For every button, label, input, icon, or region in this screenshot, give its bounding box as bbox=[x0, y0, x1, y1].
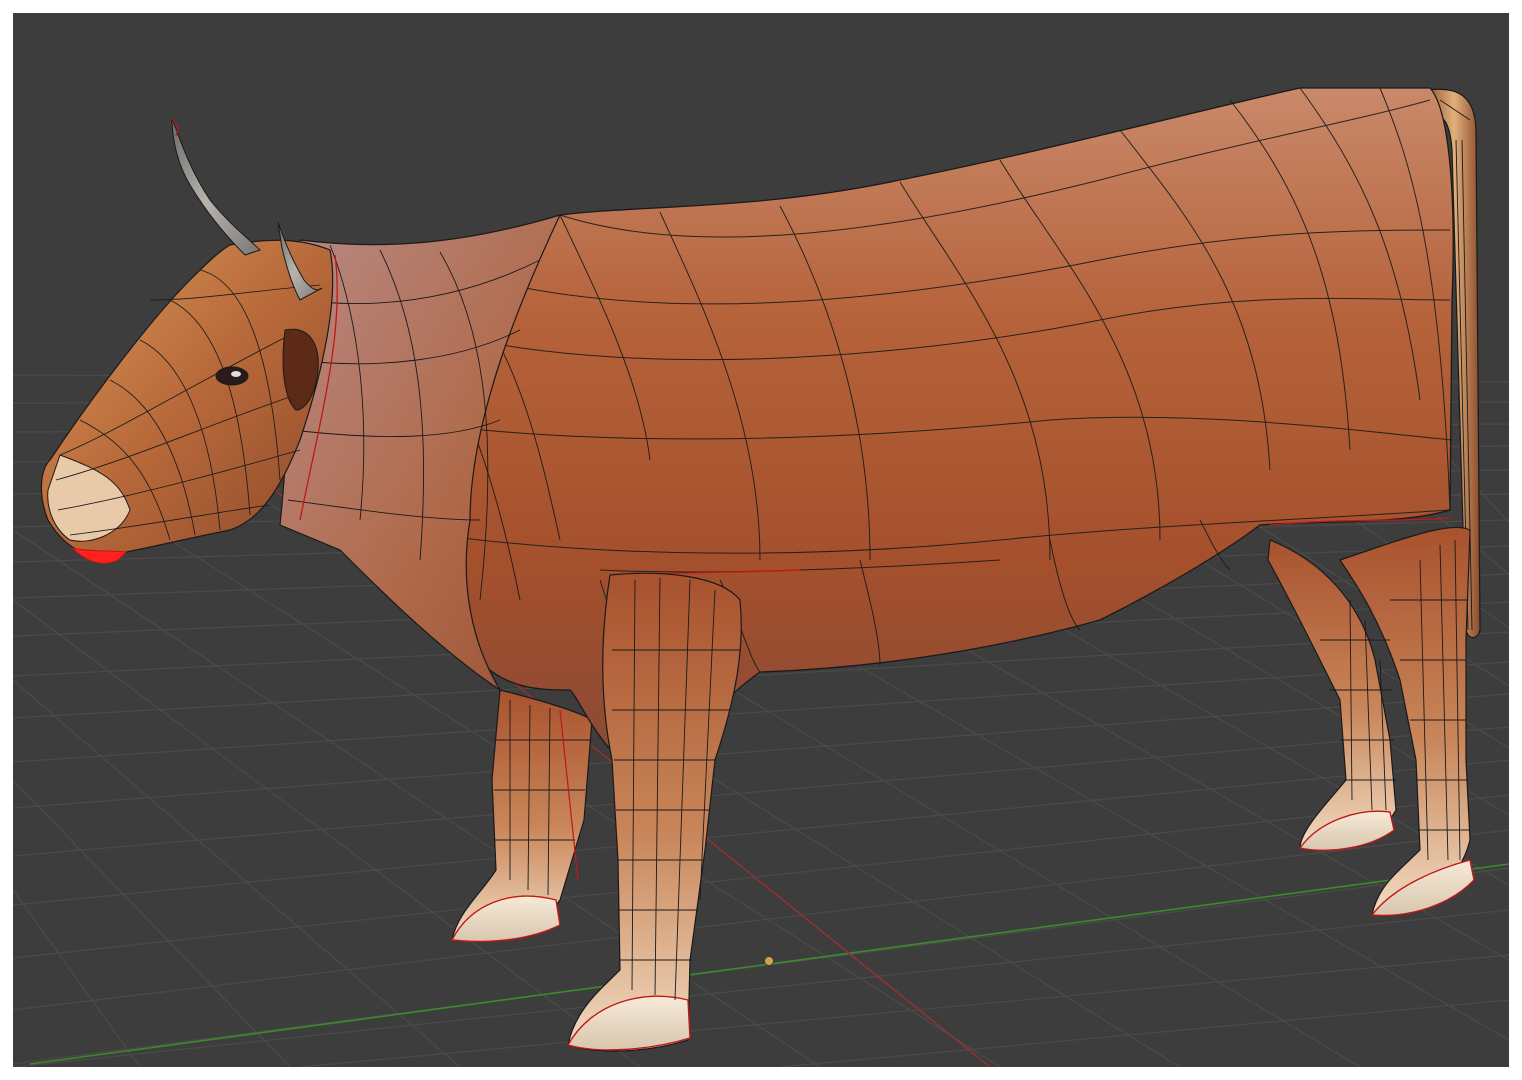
viewport-canvas[interactable] bbox=[13, 13, 1509, 1067]
cow-eye bbox=[215, 366, 249, 386]
cow-front-far-leg bbox=[450, 689, 593, 943]
object-origin-marker[interactable] bbox=[764, 956, 774, 966]
cow-back-legs bbox=[1267, 526, 1475, 917]
3d-viewport[interactable] bbox=[13, 13, 1509, 1067]
